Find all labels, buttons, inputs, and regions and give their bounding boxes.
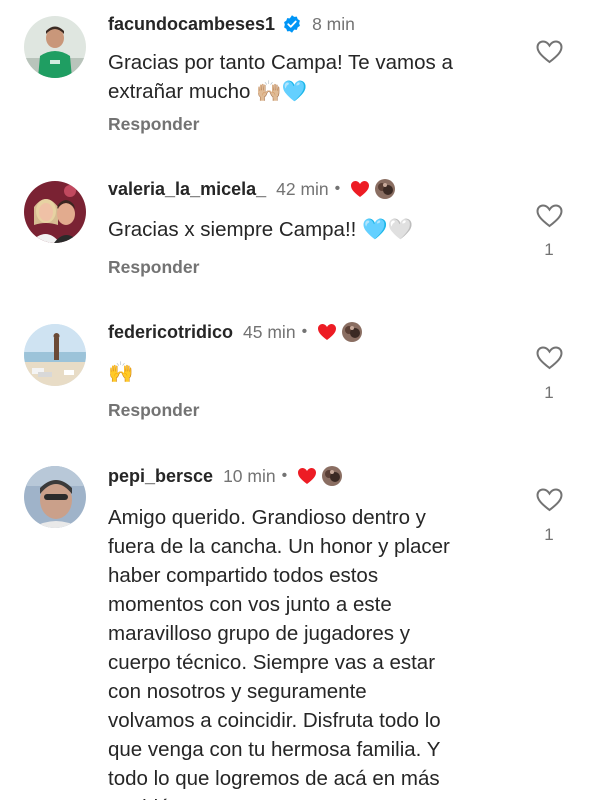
- reply-button[interactable]: Responder: [108, 257, 199, 278]
- heart-filled-icon: [297, 467, 317, 485]
- heart-filled-icon: [350, 180, 370, 198]
- comment-time: 10 min: [223, 465, 276, 486]
- creator-avatar: [322, 466, 343, 486]
- username[interactable]: federicotridico: [108, 322, 233, 343]
- comment-header: federicotridico 45 min •: [108, 319, 363, 345]
- comment-body: Gracias x siempre Campa!!: [108, 218, 363, 241]
- comment-emojis: 🙌🏼🩵: [256, 79, 308, 103]
- like-count[interactable]: 1: [540, 383, 558, 403]
- heart-outline-icon[interactable]: [536, 346, 563, 370]
- heart-filled-icon: [317, 323, 337, 341]
- comment-text: 🙌: [108, 358, 528, 387]
- heart-outline-icon[interactable]: [536, 488, 563, 512]
- comment-header: pepi_bersce 10 min •: [108, 463, 343, 489]
- comment-time: 42 min: [276, 178, 329, 199]
- username[interactable]: facundocambeses1: [108, 14, 275, 35]
- comment-header: valeria_la_micela_ 42 min •: [108, 176, 396, 202]
- separator-dot: •: [281, 467, 288, 484]
- separator-dot: •: [301, 323, 308, 340]
- comment-text: Gracias x siempre Campa!! 🩵🤍: [108, 215, 528, 244]
- comment-text: Gracias por tanto Campa! Te vamos a extr…: [108, 48, 528, 106]
- reply-button[interactable]: Responder: [108, 400, 199, 421]
- comment-time: 8 min: [312, 13, 355, 34]
- heart-outline-icon[interactable]: [536, 204, 563, 228]
- creator-avatar: [375, 179, 396, 199]
- avatar[interactable]: [24, 16, 86, 78]
- avatar[interactable]: [24, 466, 86, 528]
- comment-emojis: 🩵🤍: [362, 217, 414, 241]
- avatar[interactable]: [24, 181, 86, 243]
- verified-badge-icon: [282, 14, 302, 34]
- comment-body: Amigo querido. Grandioso dentro y fuera …: [108, 506, 450, 800]
- like-count[interactable]: 1: [540, 525, 558, 545]
- username[interactable]: pepi_bersce: [108, 466, 213, 487]
- heart-outline-icon[interactable]: [536, 40, 563, 64]
- comment-time: 45 min: [243, 321, 296, 342]
- like-count[interactable]: 1: [540, 240, 558, 260]
- username[interactable]: valeria_la_micela_: [108, 179, 266, 200]
- comment-text: Amigo querido. Grandioso dentro y fuera …: [108, 503, 528, 800]
- comment-emojis: 🙌: [108, 360, 134, 384]
- separator-dot: •: [334, 180, 341, 197]
- reply-button[interactable]: Responder: [108, 114, 199, 135]
- creator-avatar: [342, 322, 363, 342]
- avatar[interactable]: [24, 324, 86, 386]
- comment-header: facundocambeses1 8 min: [108, 11, 355, 37]
